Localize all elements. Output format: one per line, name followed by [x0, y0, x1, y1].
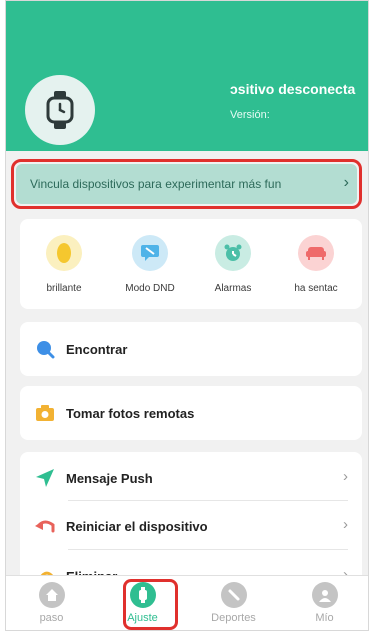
find-device-label: Encontrar — [66, 341, 128, 357]
quick-action-dnd[interactable]: Modo DND — [110, 219, 190, 309]
camera-icon — [34, 402, 56, 424]
banner-text: Vincula dispositivos para experimentar m… — [30, 177, 282, 191]
dnd-icon — [132, 235, 168, 271]
firmware-version: Versión: — [230, 109, 270, 121]
quick-actions-card: brillante Modo DND Alarmas ha sentac — [20, 219, 362, 309]
restart-device-row[interactable]: Reiniciar el dispositivo › — [20, 502, 362, 550]
remote-photo-row[interactable]: Tomar fotos remotas — [20, 386, 362, 440]
quick-action-label: ha sentac — [294, 283, 338, 294]
divider — [68, 500, 348, 501]
quick-action-label: Modo DND — [125, 283, 175, 294]
link-device-banner[interactable]: Vincula dispositivos para experimentar m… — [16, 164, 357, 204]
brightness-icon — [46, 235, 82, 271]
tab-label: paso — [39, 612, 64, 624]
active-tab-highlight — [123, 579, 178, 630]
quick-action-alarms[interactable]: Alarmas — [193, 219, 273, 309]
tab-paso[interactable]: paso — [6, 576, 97, 630]
find-device-row[interactable]: Encontrar — [20, 322, 362, 376]
app-screen: ɔsitivo desconecta Versión: Vincula disp… — [5, 0, 369, 631]
tab-label: Mío — [315, 612, 334, 624]
push-message-row[interactable]: Mensaje Push › — [20, 454, 362, 502]
bottom-tab-bar: paso Ajuste Deportes Mío — [6, 575, 368, 630]
quick-action-label: Alarmas — [214, 283, 252, 294]
tab-deportes[interactable]: Deportes — [188, 576, 279, 630]
alarm-icon — [215, 235, 251, 271]
home-icon — [39, 582, 65, 608]
sports-icon — [221, 582, 247, 608]
remote-photo-label: Tomar fotos remotas — [66, 405, 195, 421]
quick-action-brightness[interactable]: brillante — [24, 219, 104, 309]
tab-label: Deportes — [211, 612, 256, 624]
chevron-right-icon: › — [343, 174, 349, 191]
restart-device-label: Reiniciar el dispositivo — [66, 518, 208, 534]
send-icon — [34, 467, 56, 489]
restart-icon — [34, 515, 56, 537]
device-status: ɔsitivo desconecta — [230, 81, 356, 97]
quick-action-sedentary[interactable]: ha sentac — [276, 219, 356, 309]
smartwatch-icon — [46, 91, 74, 129]
quick-action-label: brillante — [46, 283, 82, 294]
chevron-right-icon: › — [343, 468, 348, 485]
profile-icon — [312, 582, 338, 608]
tab-mio[interactable]: Mío — [279, 576, 368, 630]
device-avatar[interactable] — [25, 75, 95, 145]
device-actions-list: Mensaje Push › Reiniciar el dispositivo … — [20, 452, 362, 592]
search-icon — [34, 338, 56, 360]
device-header: ɔsitivo desconecta Versión: — [6, 1, 368, 151]
chevron-right-icon: › — [343, 516, 348, 533]
sedentary-icon — [298, 235, 334, 271]
divider — [68, 549, 348, 550]
push-message-label: Mensaje Push — [66, 470, 153, 486]
